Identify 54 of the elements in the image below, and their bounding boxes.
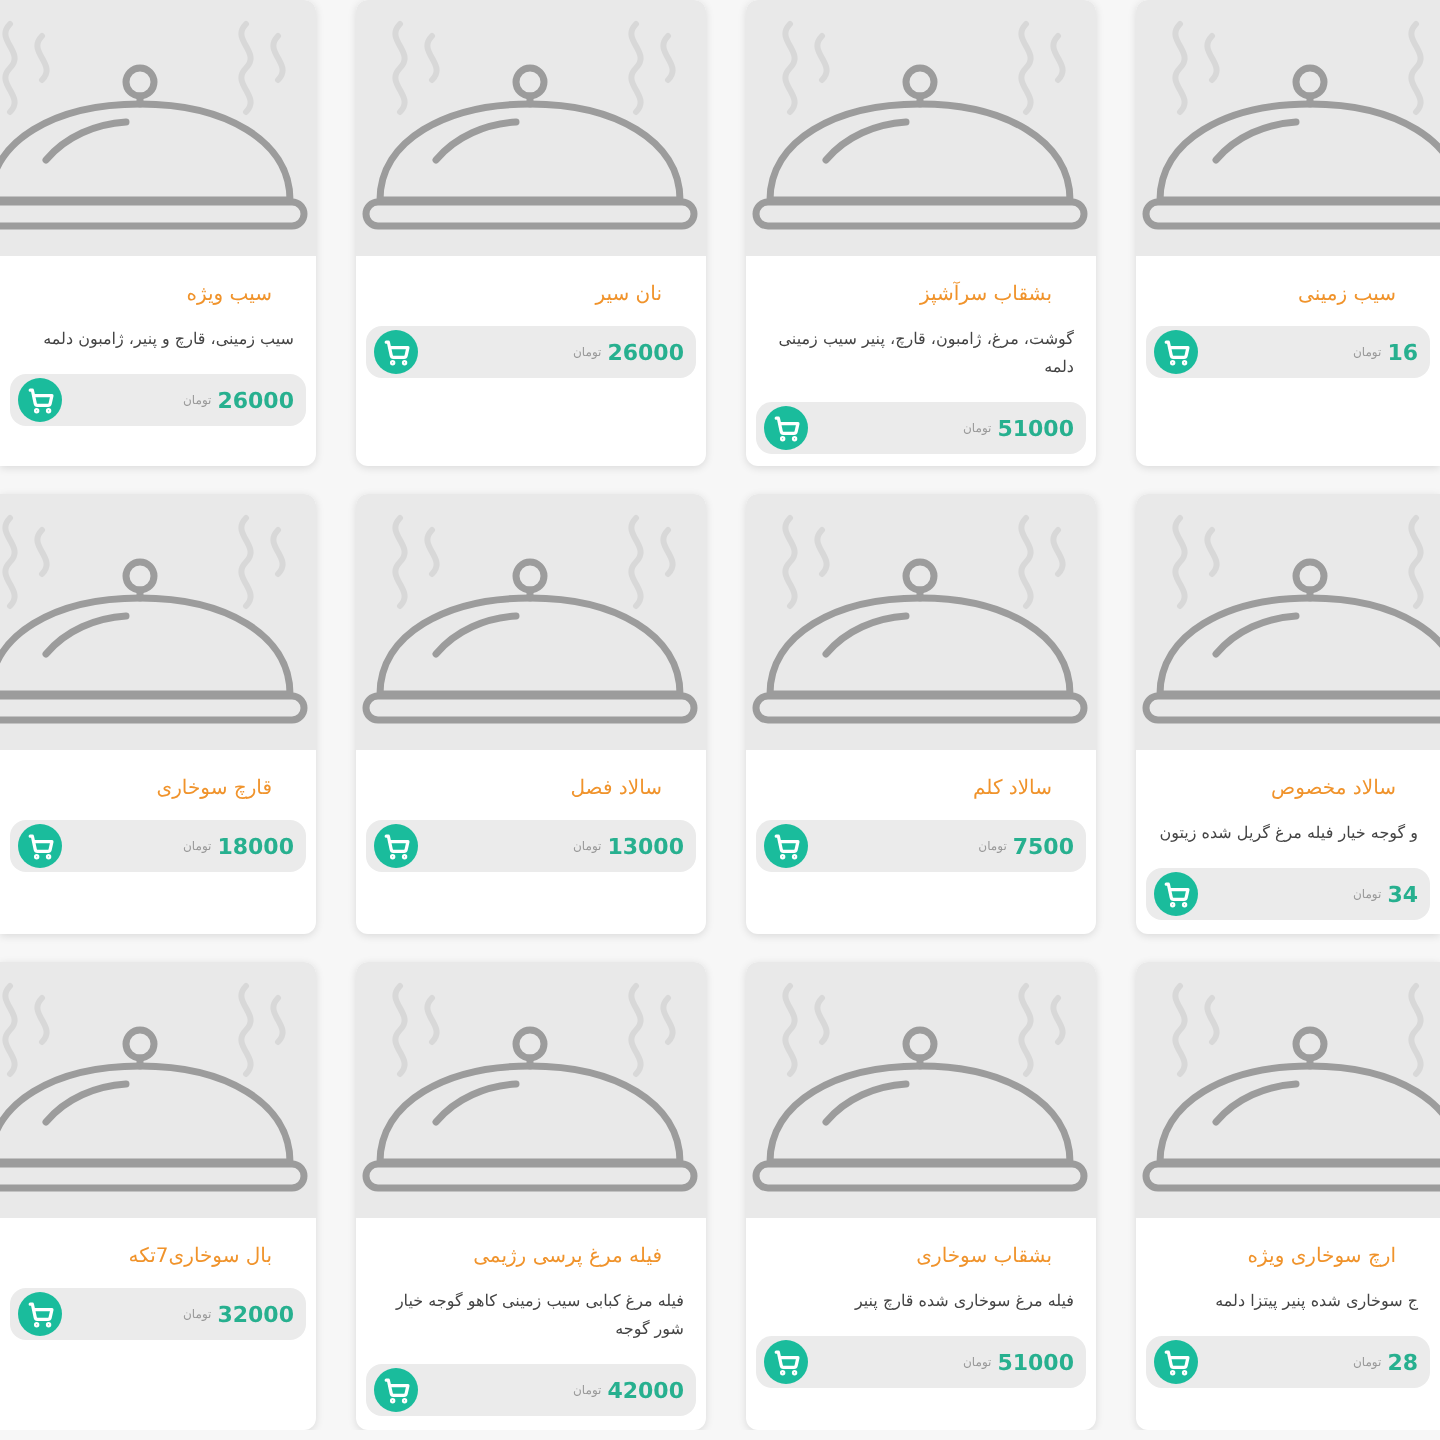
product-name: قارچ سوخاری xyxy=(154,778,274,800)
price: 18000 xyxy=(217,833,294,859)
add-to-cart-button[interactable] xyxy=(374,1368,418,1412)
add-to-cart-button[interactable] xyxy=(1154,330,1198,374)
price: 13000 xyxy=(607,833,684,859)
product-name: ارچ سوخاری ویژه xyxy=(1245,1246,1398,1268)
add-to-cart-button[interactable] xyxy=(374,330,418,374)
product-name: سیب زمینی xyxy=(1296,284,1398,306)
add-to-cart-button[interactable] xyxy=(1154,872,1198,916)
cart-icon xyxy=(383,1377,409,1403)
product-description: ج سوخاری شده پنیر پیتزا دلمه xyxy=(1213,1290,1420,1314)
cart-icon xyxy=(773,415,799,441)
cart-icon xyxy=(1163,1349,1189,1375)
add-to-cart-button[interactable] xyxy=(374,824,418,868)
product-name: نان سیر xyxy=(592,284,664,306)
product-description: فیله مرغ کبابی سیب زمینی کاهو گوجه خیار شور گوجه xyxy=(393,1290,686,1342)
cart-icon xyxy=(1163,339,1189,365)
cart-icon xyxy=(27,1301,53,1327)
add-to-cart-button[interactable] xyxy=(18,1292,62,1336)
price: 51000 xyxy=(997,1349,1074,1375)
product-description: سیب زمینی، قارچ و پنیر، ژامبون دلمه xyxy=(41,328,296,352)
add-to-cart-button[interactable] xyxy=(764,406,808,450)
cart-icon xyxy=(773,833,799,859)
cart-icon xyxy=(383,833,409,859)
product-name: بشقاب سوخاری xyxy=(914,1246,1054,1268)
add-to-cart-button[interactable] xyxy=(764,824,808,868)
product-description: فیله مرغ سوخاری شده قارچ پنیر xyxy=(852,1290,1076,1314)
product-name: سالاد کلم xyxy=(971,778,1054,800)
price: 16 xyxy=(1387,339,1418,365)
price: 51000 xyxy=(997,415,1074,441)
cart-icon xyxy=(27,387,53,413)
product-name: بال سوخاری7تکه xyxy=(126,1246,274,1268)
product-name: سالاد فصل xyxy=(568,778,664,800)
cart-icon xyxy=(773,1349,799,1375)
add-to-cart-button[interactable] xyxy=(764,1340,808,1384)
add-to-cart-button[interactable] xyxy=(18,378,62,422)
price: 42000 xyxy=(607,1377,684,1403)
add-to-cart-button[interactable] xyxy=(1154,1340,1198,1384)
product-name: بشقاب سرآشپز xyxy=(917,284,1054,306)
price: 26000 xyxy=(607,339,684,365)
product-name: فیله مرغ پرسی رژیمی xyxy=(471,1246,664,1268)
product-name: سالاد مخصوص xyxy=(1269,778,1398,800)
cart-icon xyxy=(1163,881,1189,907)
cart-icon xyxy=(27,833,53,859)
price: 26000 xyxy=(217,387,294,413)
cart-icon xyxy=(383,339,409,365)
price: 32000 xyxy=(217,1301,294,1327)
add-to-cart-button[interactable] xyxy=(18,824,62,868)
price: 34 xyxy=(1387,881,1418,907)
product-description: گوشت، مرغ، ژامبون، قارچ، پنیر سیب زمینی دلمه xyxy=(776,328,1076,380)
product-name: سیب ویژه xyxy=(184,284,274,306)
price: 7500 xyxy=(1012,833,1074,859)
product-description: و گوجه خیار فیله مرغ گریل شده زیتون xyxy=(1157,822,1420,846)
price: 28 xyxy=(1387,1349,1418,1375)
